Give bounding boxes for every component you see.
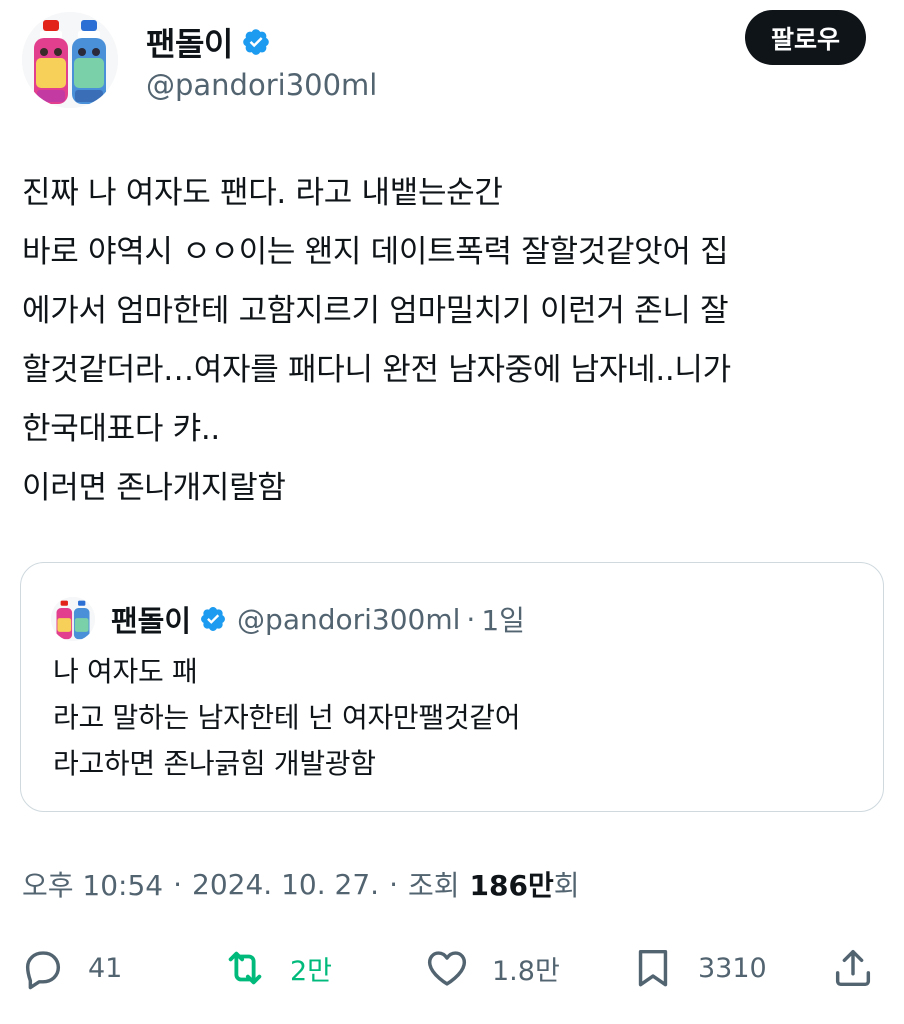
quoted-time: 1일 [481,604,525,637]
like-count: 1.8만 [492,955,560,987]
bookmark-icon [638,949,668,987]
retweet-icon [228,951,262,985]
author-display-name[interactable]: 팬돌이 [146,19,233,65]
tweet-text-line: 바로 야역시 ㅇㅇ이는 왠지 데이트폭력 잘할것같앗어 집 [22,234,729,270]
separator-dot: · [389,867,398,901]
views-suffix: 회 [553,869,580,902]
quoted-display-name: 팬돌이 [111,604,192,638]
tweet-text-line: 진짜 나 여자도 팬다. 라고 내뱉는순간 [22,175,503,211]
author-handle[interactable]: @pandori300ml [146,68,377,102]
separator-dot: · [173,867,183,901]
views-count: 186만 [469,869,554,902]
bookmark-button[interactable]: 3310 [630,938,767,998]
tweet-header: 팬돌이 @pandori300ml 팔로우 [22,10,882,110]
tweet-detail: 팬돌이 @pandori300ml 팔로우 진짜 나 여자도 팬다. 라고 내뱉… [0,0,904,1024]
author-name-row: 팬돌이 [146,19,271,65]
quoted-text-line: 라고하면 존나긁힘 개발광함 [53,747,376,780]
reply-icon [25,951,61,990]
verified-badge-icon [243,29,269,55]
avatar-image-icon [22,12,118,108]
heart-icon [427,951,467,986]
quoted-text-line: 나 여자도 패 [53,655,198,688]
verified-badge-icon [201,607,226,631]
quoted-tweet-text: 나 여자도 패 라고 말하는 남자한테 넌 여자만팰것같어 라고하면 존나긁힘 … [53,649,521,787]
tweet-text-line: 이러면 존나개지랄함 [22,470,286,506]
tweet-text-line: 할것같더라…여자를 패다니 완전 남자중에 남자네..니가 [22,352,731,388]
follow-button[interactable]: 팔로우 [744,10,866,65]
share-button[interactable] [830,938,876,998]
share-icon [835,949,871,987]
views-label: 조회 [407,869,460,902]
quoted-text-line: 라고 말하는 남자한테 넌 여자만팰것같어 [53,701,521,734]
tweet-text: 진짜 나 여자도 팬다. 라고 내뱉는순간 바로 야역시 ㅇㅇ이는 왠지 데이트… [22,164,882,518]
avatar[interactable] [22,12,118,108]
tweet-text-line: 에가서 엄마한테 고함지르기 엄마밀치기 이런거 존니 잘 [22,293,729,329]
action-bar: 41 2만 1.8만 3310 [0,938,904,998]
quoted-handle: @pandori300ml [237,602,461,636]
like-button[interactable]: 1.8만 [424,938,560,998]
reply-count: 41 [88,952,123,984]
tweet-date[interactable]: 2024. 10. 27. [192,868,379,901]
tweet-meta: 오후 10:54 · 2024. 10. 27. · 조회 186만 회 [22,864,579,904]
tweet-text-line: 한국대표다 캬.. [22,411,220,447]
avatar-image-icon [51,597,95,641]
retweet-button[interactable]: 2만 [222,938,332,998]
bookmark-count: 3310 [698,952,767,984]
retweet-count: 2만 [290,955,333,987]
quoted-tweet-header: 팬돌이 @pandori300ml · 1일 [51,593,525,645]
quoted-avatar [51,597,95,641]
reply-button[interactable]: 41 [20,938,122,998]
tweet-time[interactable]: 오후 10:54 [22,864,163,904]
quoted-tweet-card[interactable]: 팬돌이 @pandori300ml · 1일 나 여자도 패 라고 말하는 남자… [20,562,884,812]
separator-dot: · [466,602,476,636]
